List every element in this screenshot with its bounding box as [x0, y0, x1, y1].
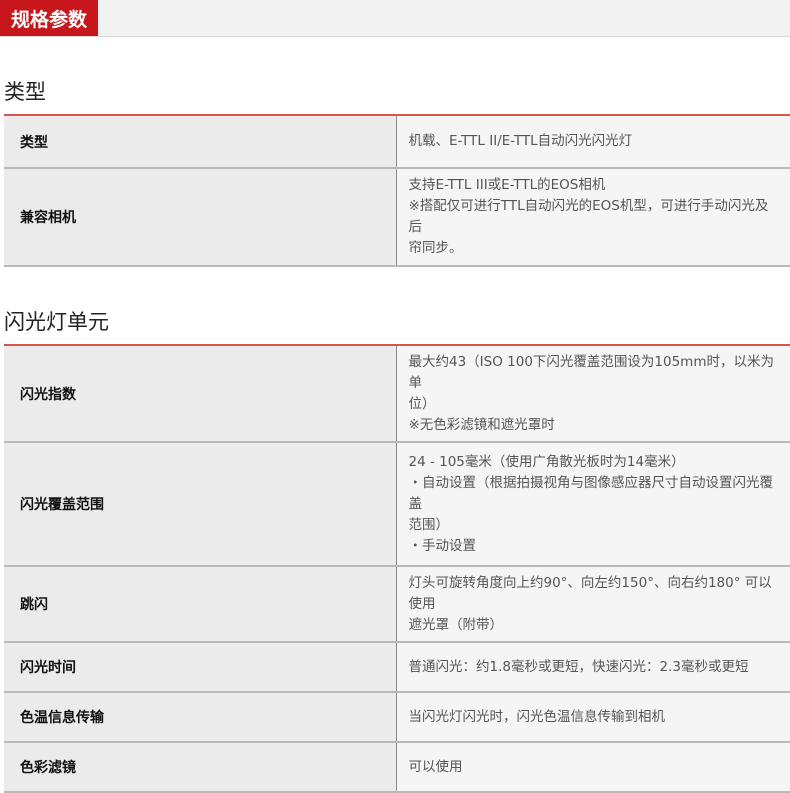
- table-row: 闪光覆盖范围 24 - 105毫米（使用广角散光板时为14毫米） ・自动设置（根…: [4, 442, 790, 566]
- value-line: 最大约43（ISO 100下闪光覆盖范围设为105mm时，以米为单: [408, 353, 774, 391]
- row-label: 闪光时间: [4, 642, 397, 692]
- value-line: 灯头可旋转角度向上约90°、向左约150°、向右约180° 可以使用: [408, 574, 772, 612]
- value-line: 帘同步。: [408, 240, 463, 256]
- row-value: 当闪光灯闪光时，闪光色温信息传输到相机: [396, 692, 790, 742]
- spec-table-flash-unit: 闪光指数 最大约43（ISO 100下闪光覆盖范围设为105mm时，以米为单 位…: [4, 344, 790, 793]
- table-row: 色彩滤镜 可以使用: [4, 742, 790, 792]
- table-row: 闪光时间 普通闪光：约1.8毫秒或更短，快速闪光：2.3毫秒或更短: [4, 642, 790, 692]
- value-line: ※搭配仅可进行TTL自动闪光的EOS机型，可进行手动闪光及后: [408, 198, 769, 235]
- section-title-flash-unit: 闪光灯单元: [4, 310, 109, 334]
- row-label: 类型: [4, 115, 397, 168]
- header-bar: 规格参数: [0, 0, 790, 37]
- row-value: 支持E-TTL III或E-TTL的EOS相机 ※搭配仅可进行TTL自动闪光的E…: [396, 168, 790, 266]
- value-line: 24 - 105毫米（使用广角散光板时为14毫米）: [408, 453, 685, 470]
- row-label: 色温信息传输: [4, 692, 397, 742]
- table-row: 类型 机载、E-TTL II/E-TTL自动闪光闪光灯: [4, 115, 790, 168]
- value-line: ・自动设置（根据拍摄视角与图像感应器尺寸自动设置闪光覆盖: [408, 474, 774, 512]
- table-row: 闪光指数 最大约43（ISO 100下闪光覆盖范围设为105mm时，以米为单 位…: [4, 345, 790, 442]
- value-line: 支持E-TTL III或E-TTL的EOS相机: [408, 177, 606, 193]
- row-label: 闪光覆盖范围: [4, 442, 397, 566]
- row-value: 机载、E-TTL II/E-TTL自动闪光闪光灯: [396, 115, 790, 168]
- value-line: 遮光罩（附带）: [408, 616, 504, 633]
- row-value: 灯头可旋转角度向上约90°、向左约150°、向右约180° 可以使用 遮光罩（附…: [396, 566, 790, 642]
- value-line: 范围）: [408, 516, 450, 533]
- section-title-type: 类型: [4, 80, 46, 104]
- table-row: 跳闪 灯头可旋转角度向上约90°、向左约150°、向右约180° 可以使用 遮光…: [4, 566, 790, 642]
- value-line: ・手动设置: [408, 537, 477, 554]
- row-value: 可以使用: [396, 742, 790, 792]
- value-line: ※无色彩滤镜和遮光罩时: [408, 416, 555, 433]
- tab-specifications[interactable]: 规格参数: [0, 0, 98, 36]
- row-value: 普通闪光：约1.8毫秒或更短，快速闪光：2.3毫秒或更短: [396, 642, 790, 692]
- row-value: 24 - 105毫米（使用广角散光板时为14毫米） ・自动设置（根据拍摄视角与图…: [396, 442, 790, 566]
- row-label: 色彩滤镜: [4, 742, 397, 792]
- table-row: 色温信息传输 当闪光灯闪光时，闪光色温信息传输到相机: [4, 692, 790, 742]
- row-label: 闪光指数: [4, 345, 397, 442]
- value-line: 普通闪光：约1.8毫秒或更短，快速闪光：2.3毫秒或更短: [408, 658, 749, 675]
- row-label: 跳闪: [4, 566, 397, 642]
- value-line: 可以使用: [408, 758, 463, 775]
- spec-table-type: 类型 机载、E-TTL II/E-TTL自动闪光闪光灯 兼容相机 支持E-TTL…: [4, 114, 790, 267]
- value-line: 位）: [408, 395, 436, 412]
- value-line: 当闪光灯闪光时，闪光色温信息传输到相机: [408, 708, 666, 725]
- row-label: 兼容相机: [4, 168, 397, 266]
- value-line: 机载、E-TTL II/E-TTL自动闪光闪光灯: [408, 133, 633, 149]
- row-value: 最大约43（ISO 100下闪光覆盖范围设为105mm时，以米为单 位） ※无色…: [396, 345, 790, 442]
- table-row: 兼容相机 支持E-TTL III或E-TTL的EOS相机 ※搭配仅可进行TTL自…: [4, 168, 790, 266]
